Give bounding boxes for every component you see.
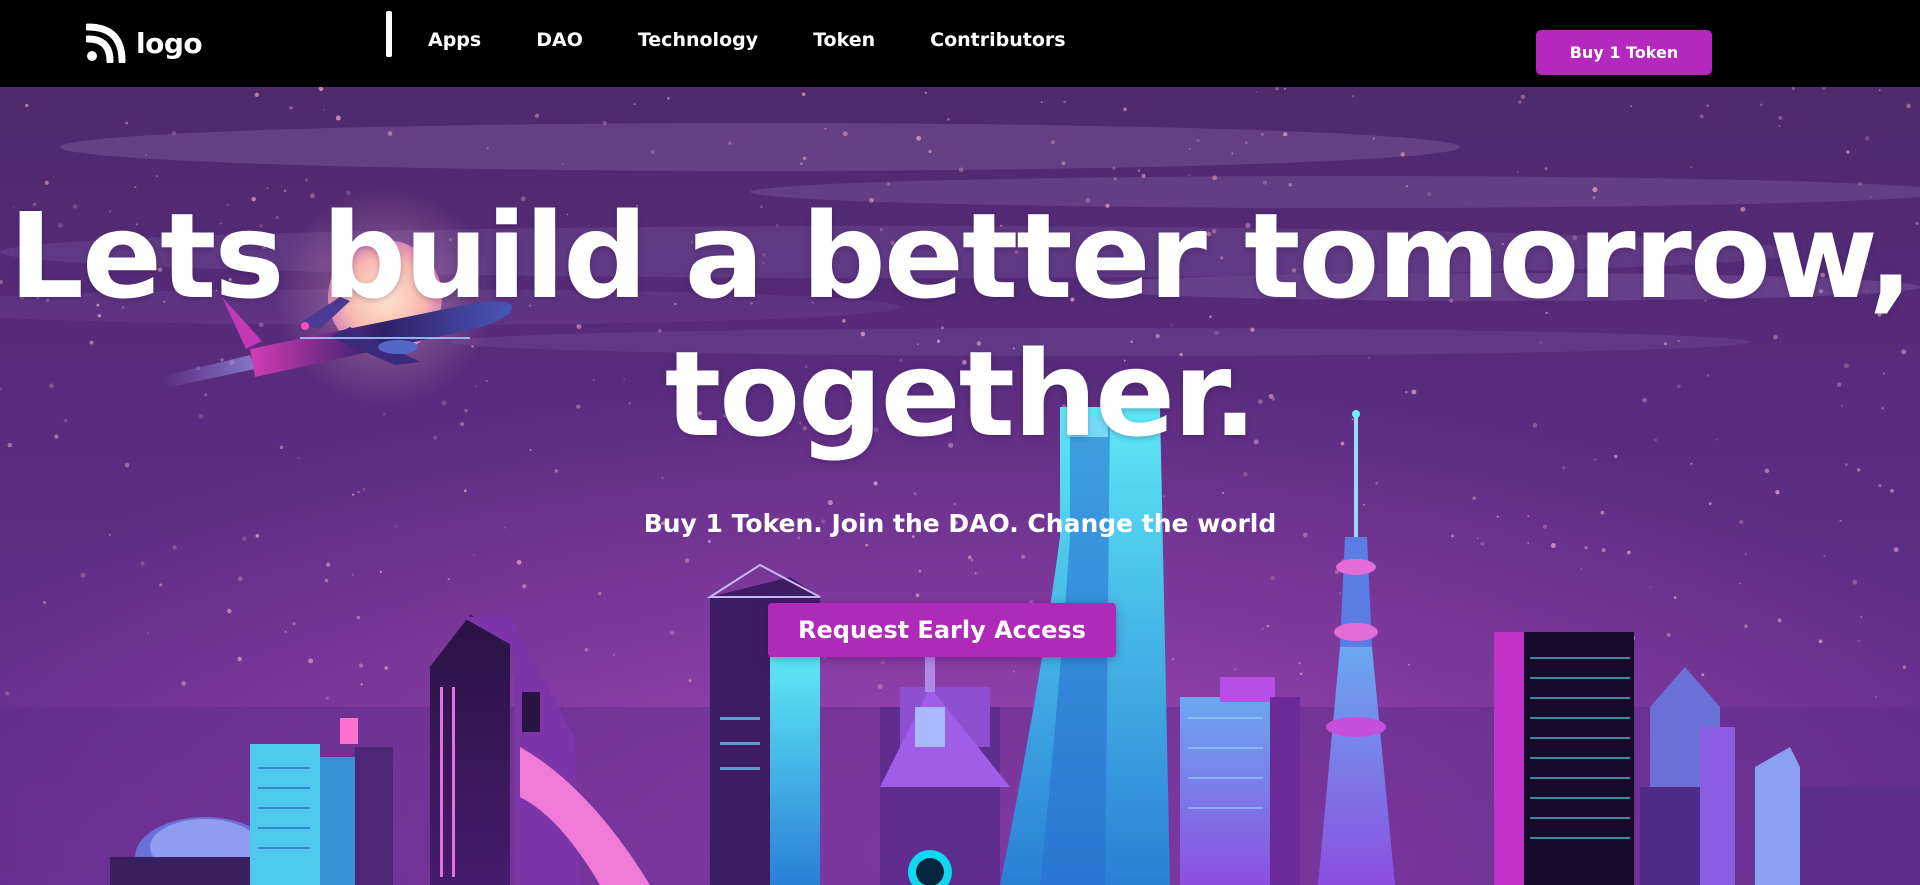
nav-link-apps[interactable]: Apps: [428, 22, 481, 58]
request-early-access-button[interactable]: Request Early Access: [768, 603, 1116, 657]
navbar: logo Apps DAO Technology Token Contribut…: [0, 0, 1920, 87]
nav-link-token[interactable]: Token: [813, 22, 875, 58]
nav-divider: [386, 11, 392, 57]
nav-link-technology[interactable]: Technology: [638, 22, 758, 58]
rss-feed-icon: [86, 23, 126, 63]
page: logo Apps DAO Technology Token Contribut…: [0, 0, 1920, 885]
nav-link-contributors[interactable]: Contributors: [930, 22, 1065, 58]
hero-title-line1: Lets build a better tomorrow,: [8, 187, 1913, 325]
nav-link-dao[interactable]: DAO: [536, 22, 583, 58]
buy-token-button[interactable]: Buy 1 Token: [1536, 30, 1712, 75]
hero-title: Lets build a better tomorrow, together.: [0, 187, 1920, 463]
hero-section: Lets build a better tomorrow, together. …: [0, 87, 1920, 885]
logo-text: logo: [136, 26, 203, 60]
hero-subtitle: Buy 1 Token. Join the DAO. Change the wo…: [643, 509, 1277, 538]
logo[interactable]: logo: [86, 22, 203, 64]
hero-title-line2: together.: [664, 325, 1258, 463]
main-nav: Apps DAO Technology Token Contributors: [428, 22, 1066, 58]
